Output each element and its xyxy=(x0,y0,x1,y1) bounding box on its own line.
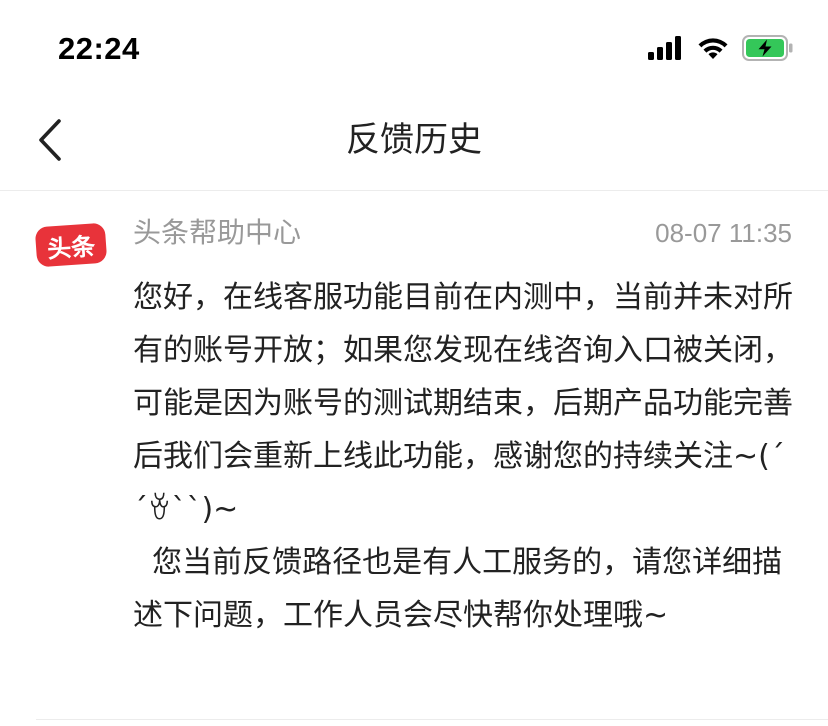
message-timestamp: 08-07 11:35 xyxy=(655,218,792,248)
cellular-signal-icon xyxy=(648,36,684,64)
battery-charging-icon xyxy=(742,35,794,65)
feedback-message: 头条 头条帮助中心 08-07 11:35 您好，在线客服功能目前在内测中，当前… xyxy=(0,191,828,721)
divider xyxy=(36,719,828,720)
sender-avatar: 头条 xyxy=(34,222,108,268)
message-body: 您好，在线客服功能目前在内测中，当前并未对所有的账号开放；如果您发现在线咨询入口… xyxy=(133,280,793,633)
nav-bar: 反馈历史 xyxy=(0,96,828,191)
page-title: 反馈历史 xyxy=(346,120,482,160)
sender-name: 头条帮助中心 xyxy=(133,216,302,249)
status-time: 22:24 xyxy=(58,31,140,66)
wifi-icon xyxy=(696,35,730,65)
status-bar: 22:24 xyxy=(0,0,828,96)
status-icons xyxy=(648,35,794,65)
